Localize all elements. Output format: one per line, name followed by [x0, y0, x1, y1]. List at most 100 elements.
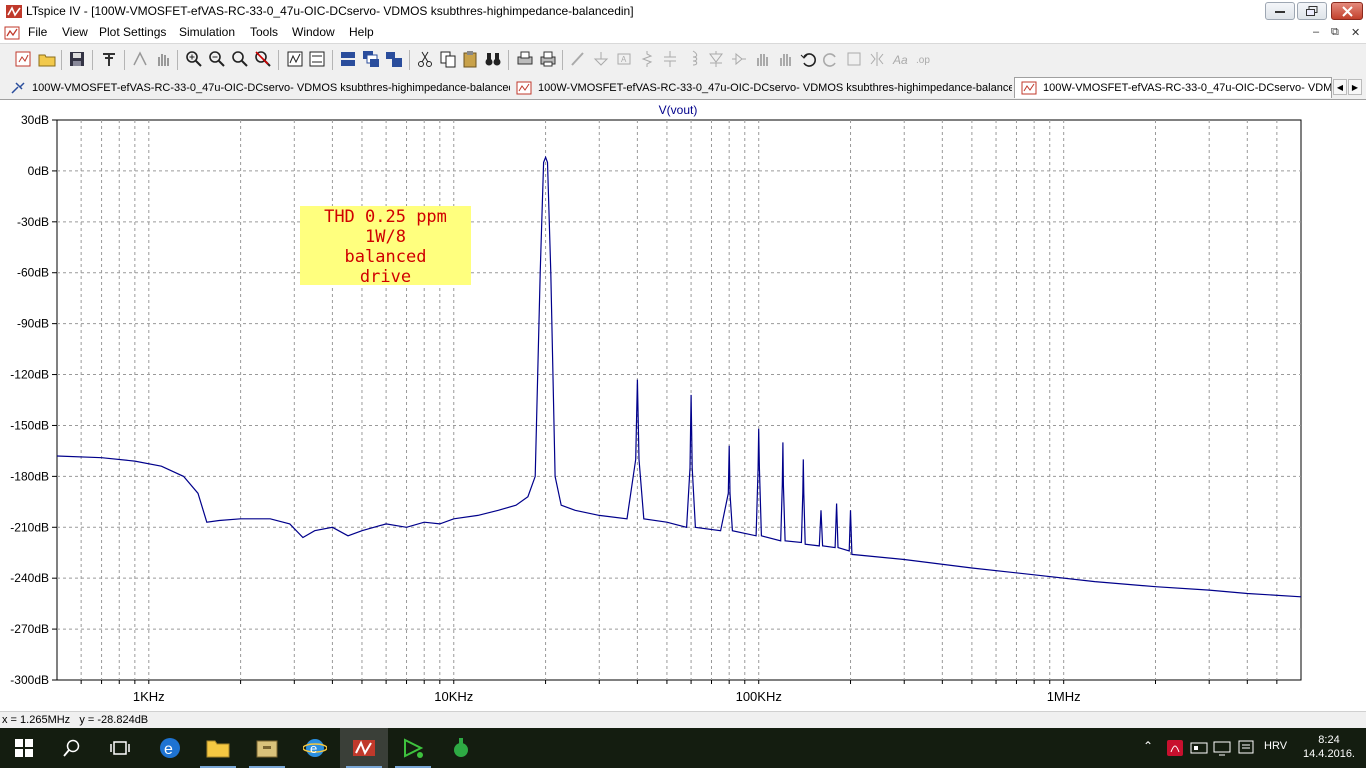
- thd-annotation[interactable]: THD 0.25 ppm 1W/8 balanced drive: [300, 206, 471, 287]
- text-icon[interactable]: Aa: [891, 50, 909, 68]
- new-schematic-icon[interactable]: [14, 50, 32, 68]
- redo-icon[interactable]: [822, 50, 840, 68]
- inductor-icon[interactable]: [684, 50, 702, 68]
- zoom-out-icon[interactable]: [208, 50, 226, 68]
- spice-directive-icon[interactable]: .op: [914, 50, 932, 68]
- print-icon[interactable]: [539, 50, 557, 68]
- toolbar: A Aa .op: [0, 43, 1366, 76]
- run-icon[interactable]: [131, 50, 149, 68]
- menu-plot-settings[interactable]: Plot Settings: [99, 25, 166, 39]
- tab-waveform[interactable]: 100W-VMOSFET-efVAS-RC-33-0_47u-OIC-DCser…: [510, 77, 1012, 98]
- tray-network-icon[interactable]: [1213, 740, 1231, 756]
- y-tick-label: -90dB: [17, 317, 49, 331]
- search-icon: [63, 739, 80, 757]
- cascade-icon[interactable]: [362, 50, 380, 68]
- pan-hand-icon[interactable]: [154, 50, 172, 68]
- tab-scroll-right-icon[interactable]: ▶: [1348, 79, 1362, 95]
- menu-file[interactable]: File: [28, 25, 47, 39]
- diode-icon[interactable]: [707, 50, 725, 68]
- cut-icon[interactable]: [416, 50, 434, 68]
- zoom-cancel-icon[interactable]: [254, 50, 272, 68]
- svg-text:e: e: [310, 741, 317, 756]
- close-button[interactable]: [1331, 2, 1363, 20]
- taskbar-ltspice[interactable]: [340, 728, 388, 768]
- windows-logo-icon: [15, 739, 33, 757]
- restore-icon: [1306, 6, 1318, 16]
- edge-browser-icon: e: [160, 738, 180, 758]
- y-tick-label: -60dB: [17, 266, 49, 280]
- tray-acrobat-icon[interactable]: [1167, 740, 1183, 756]
- taskbar-clock[interactable]: 8:24 14.4.2016.: [1300, 733, 1358, 761]
- clock-date: 14.4.2016.: [1303, 748, 1355, 760]
- y-tick-label: 30dB: [21, 113, 49, 127]
- chart-title[interactable]: V(vout): [659, 103, 698, 117]
- control-panel-icon[interactable]: [100, 50, 118, 68]
- taskbar-edge-1[interactable]: e: [146, 728, 194, 768]
- taskbar-internet-explorer[interactable]: e: [291, 728, 339, 768]
- menu-simulation[interactable]: Simulation: [179, 25, 235, 39]
- mdi-close-icon[interactable]: ✕: [1351, 26, 1360, 39]
- mirror-icon[interactable]: [868, 50, 886, 68]
- menu-view[interactable]: View: [62, 25, 88, 39]
- draw-wire-icon[interactable]: [569, 50, 587, 68]
- mdi-minimize-icon[interactable]: –: [1313, 26, 1319, 38]
- mdi-restore-icon[interactable]: ⧉: [1331, 26, 1339, 39]
- series-trace-vout[interactable]: [56, 155, 1302, 598]
- waveform-icon: [516, 81, 532, 94]
- rotate-icon[interactable]: [845, 50, 863, 68]
- svg-text:.op: .op: [916, 55, 930, 66]
- autorange-y-icon[interactable]: [308, 50, 326, 68]
- plot-frame: [56, 119, 1302, 681]
- copy-icon[interactable]: [439, 50, 457, 68]
- print-setup-icon[interactable]: [516, 50, 534, 68]
- menu-help[interactable]: Help: [349, 25, 374, 39]
- tray-notifications-icon[interactable]: [1238, 740, 1254, 756]
- tile-horizontal-icon[interactable]: [339, 50, 357, 68]
- menu-tools[interactable]: Tools: [250, 25, 278, 39]
- svg-text:Aa: Aa: [892, 53, 908, 67]
- move-hand-icon[interactable]: [753, 50, 771, 68]
- waveform-chart[interactable]: 30dB 0dB -30dB -60dB -90dB -120dB -150dB -180dB…: [0, 100, 1366, 711]
- tray-chevron-up-icon[interactable]: ⌃: [1143, 739, 1153, 753]
- tray-device-icon[interactable]: [1190, 741, 1208, 755]
- file-cabinet-icon: [256, 740, 278, 758]
- tab-label: 100W-VMOSFET-efVAS-RC-33-0_47u-OIC-DCser…: [32, 81, 510, 94]
- paste-icon[interactable]: [461, 50, 479, 68]
- taskbar-file-explorer[interactable]: [194, 728, 242, 768]
- resistor-icon[interactable]: [638, 50, 656, 68]
- tile-vertical-icon[interactable]: [385, 50, 403, 68]
- capacitor-icon[interactable]: [661, 50, 679, 68]
- annotation-line: THD 0.25 ppm: [324, 207, 447, 227]
- zoom-in-icon[interactable]: [185, 50, 203, 68]
- waveform-plot-pane[interactable]: 30dB 0dB -30dB -60dB -90dB -120dB -150dB -180dB…: [0, 100, 1366, 711]
- tab-waveform-active[interactable]: 100W-VMOSFET-efVAS-RC-33-0_47u-OIC-DCser…: [1014, 77, 1332, 98]
- zoom-fit-icon[interactable]: [231, 50, 249, 68]
- task-view-button[interactable]: [96, 728, 144, 768]
- ground-icon[interactable]: [592, 50, 610, 68]
- start-button[interactable]: [0, 728, 48, 768]
- save-icon[interactable]: [68, 50, 86, 68]
- tab-schematic[interactable]: 100W-VMOSFET-efVAS-RC-33-0_47u-OIC-DCser…: [4, 77, 510, 98]
- find-binoculars-icon[interactable]: [484, 50, 502, 68]
- tab-scroll-left-icon[interactable]: ◀: [1333, 79, 1347, 95]
- autorange-icon[interactable]: [286, 50, 304, 68]
- minimize-icon: [1275, 11, 1285, 13]
- internet-explorer-icon: e: [303, 739, 327, 757]
- drag-hand-icon[interactable]: [776, 50, 794, 68]
- taskbar-explorer-2[interactable]: [243, 728, 291, 768]
- menu-bar: File View Plot Settings Simulation Tools…: [0, 23, 1366, 43]
- language-indicator[interactable]: HRV: [1264, 740, 1287, 752]
- windows-taskbar: e e ⌃ HRV 8:24 14.4.2016.: [0, 728, 1366, 768]
- y-tick-label: -30dB: [17, 215, 49, 229]
- component-icon[interactable]: [730, 50, 748, 68]
- label-net-icon[interactable]: A: [615, 50, 633, 68]
- menu-window[interactable]: Window: [292, 25, 335, 39]
- taskbar-app-green[interactable]: [389, 728, 437, 768]
- undo-icon[interactable]: [799, 50, 817, 68]
- minimize-button[interactable]: [1265, 2, 1295, 20]
- waveform-document-icon[interactable]: [4, 25, 20, 41]
- taskbar-app-green-2[interactable]: [437, 728, 485, 768]
- search-button[interactable]: [48, 728, 96, 768]
- open-folder-icon[interactable]: [38, 50, 56, 68]
- restore-button[interactable]: [1297, 2, 1327, 20]
